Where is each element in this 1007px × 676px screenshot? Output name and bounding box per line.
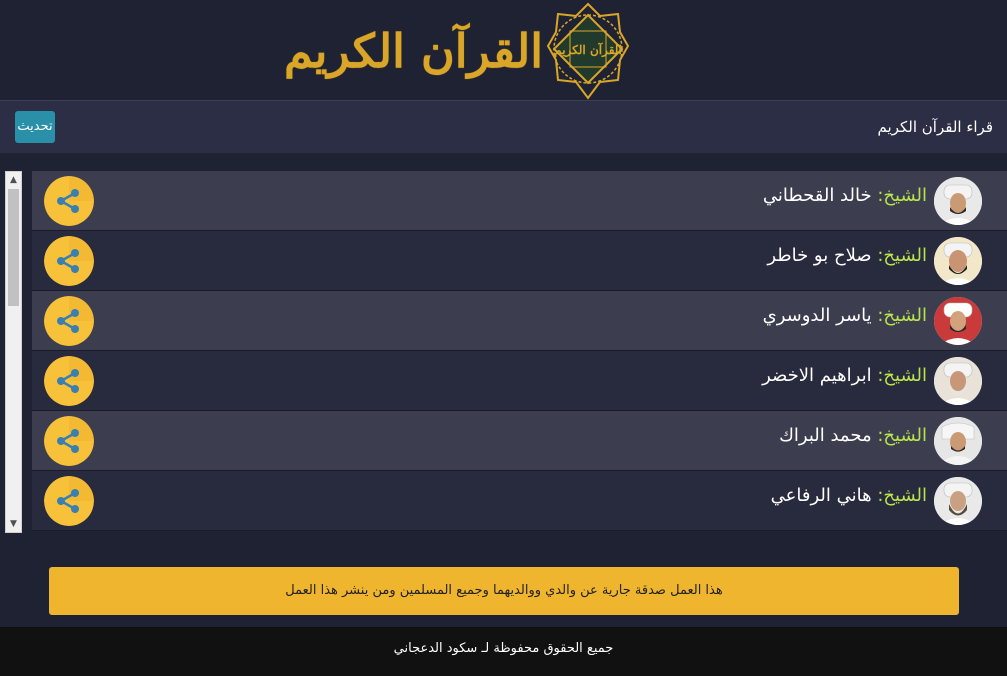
refresh-button[interactable]: تحديث bbox=[15, 111, 55, 143]
reciter-row[interactable]: الشيخ: ابراهيم الاخضر bbox=[32, 351, 1007, 411]
reciter-avatar bbox=[934, 237, 982, 285]
reciters-panel: ▲ ▼ الشيخ: خالد القحطاني الشيخ: صلاح بو … bbox=[5, 171, 1007, 533]
reciter-name: الشيخ: هاني الرفاعي bbox=[770, 485, 927, 506]
scroll-thumb[interactable] bbox=[8, 189, 19, 306]
logo-area: القرآن الكريم القرآن الكريم bbox=[0, 0, 1007, 100]
share-icon[interactable] bbox=[44, 356, 94, 406]
header-bar: قراء القرآن الكريم تحديث bbox=[0, 100, 1007, 153]
medallion-text: القرآن الكريم bbox=[554, 41, 622, 58]
reciter-row[interactable]: الشيخ: محمد البراك bbox=[32, 411, 1007, 471]
reciter-row[interactable]: الشيخ: صلاح بو خاطر bbox=[32, 231, 1007, 291]
share-icon[interactable] bbox=[44, 296, 94, 346]
reciter-avatar bbox=[934, 417, 982, 465]
reciter-name: الشيخ: خالد القحطاني bbox=[762, 185, 927, 206]
share-icon[interactable] bbox=[44, 416, 94, 466]
chevron-down-icon[interactable]: ▼ bbox=[6, 516, 21, 532]
logo-calligraphy: القرآن الكريم bbox=[283, 24, 543, 78]
share-icon[interactable] bbox=[44, 236, 94, 286]
reciter-row[interactable]: الشيخ: هاني الرفاعي bbox=[32, 471, 1007, 531]
reciter-name: الشيخ: صلاح بو خاطر bbox=[767, 245, 927, 266]
reciter-name: الشيخ: ياسر الدوسري bbox=[762, 305, 927, 326]
share-icon[interactable] bbox=[44, 176, 94, 226]
share-icon[interactable] bbox=[44, 476, 94, 526]
reciters-list: الشيخ: خالد القحطاني الشيخ: صلاح بو خاطر… bbox=[32, 171, 1007, 533]
reciter-avatar bbox=[934, 477, 982, 525]
reciter-avatar bbox=[934, 357, 982, 405]
page-title: قراء القرآن الكريم bbox=[877, 118, 993, 136]
footer-copyright: جميع الحقوق محفوظة لـ سكود الدعجاني bbox=[0, 627, 1007, 676]
chevron-up-icon[interactable]: ▲ bbox=[6, 172, 21, 188]
reciter-name: الشيخ: ابراهيم الاخضر bbox=[762, 365, 927, 386]
quran-medallion-icon: القرآن الكريم bbox=[546, 2, 630, 100]
reciter-row[interactable]: الشيخ: خالد القحطاني bbox=[32, 171, 1007, 231]
reciter-avatar bbox=[934, 297, 982, 345]
reciter-name: الشيخ: محمد البراك bbox=[779, 425, 927, 446]
dedication-banner: هذا العمل صدقة جارية عن والدي ووالديهما … bbox=[49, 567, 959, 615]
reciter-avatar bbox=[934, 177, 982, 225]
scrollbar[interactable]: ▲ ▼ bbox=[5, 171, 22, 533]
reciter-row[interactable]: الشيخ: ياسر الدوسري bbox=[32, 291, 1007, 351]
